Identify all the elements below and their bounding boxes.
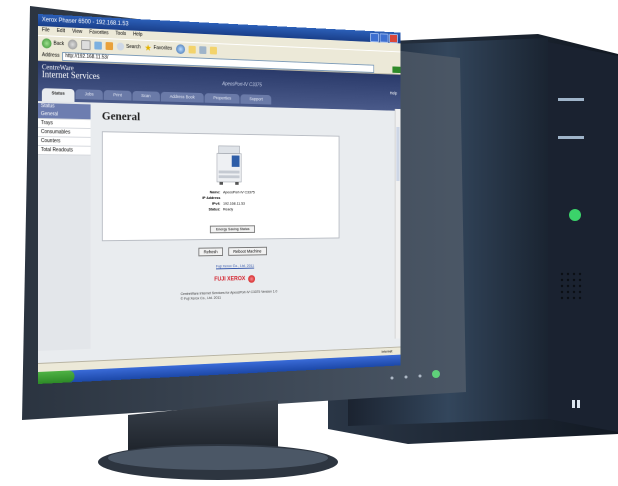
sidebar: Status General Trays Consumables Counter…	[38, 101, 91, 351]
minimize-button[interactable]	[370, 32, 379, 43]
maximize-button[interactable]	[379, 33, 389, 43]
reboot-machine-button[interactable]: Reboot Machine	[228, 246, 267, 256]
tab-scan[interactable]: Scan	[132, 90, 160, 102]
page-scrollbar[interactable]	[394, 108, 401, 339]
sidebar-item-total-readouts[interactable]: Total Readouts	[38, 146, 91, 156]
help-link[interactable]: Help	[390, 91, 397, 96]
menu-favorites[interactable]: Favorites	[89, 29, 108, 36]
media-icon[interactable]	[175, 44, 185, 55]
page-footer: CentreWare Internet Services for ApeosPo…	[181, 286, 394, 301]
tab-print[interactable]: Print	[103, 90, 132, 101]
start-button[interactable]	[38, 370, 75, 384]
menu-file[interactable]: File	[42, 27, 50, 33]
back-button[interactable]: Back	[41, 38, 65, 49]
monitor: Xerox Phaser 6500 - 192.168.1.53 File Ed…	[8, 0, 478, 486]
refresh-icon[interactable]	[94, 41, 102, 50]
home-icon[interactable]	[105, 42, 114, 51]
action-buttons: Refresh Reboot Machine	[198, 245, 394, 257]
tab-properties[interactable]: Properties	[204, 93, 240, 104]
folder-icon[interactable]	[209, 46, 217, 55]
window-title: Xerox Phaser 6500 - 192.168.1.53	[41, 17, 129, 28]
stop-icon[interactable]	[81, 39, 91, 51]
tab-support[interactable]: Support	[240, 94, 272, 105]
close-button[interactable]	[389, 33, 398, 44]
menu-help[interactable]: Help	[133, 32, 142, 38]
tab-address-book[interactable]: Address Book	[160, 91, 204, 103]
menu-view[interactable]: View	[72, 29, 82, 35]
star-icon: ★	[144, 42, 152, 53]
back-arrow-icon	[41, 38, 52, 49]
menu-tools[interactable]: Tools	[115, 31, 126, 37]
energy-saving-button[interactable]: Energy Saving Status	[209, 225, 256, 234]
forward-arrow-icon[interactable]	[67, 39, 78, 50]
monitor-screen: Xerox Phaser 6500 - 192.168.1.53 File Ed…	[38, 14, 401, 384]
printer-icon	[216, 144, 242, 185]
cw-logo: CentreWare Internet Services	[41, 63, 100, 82]
tab-status[interactable]: Status	[41, 88, 75, 102]
device-info-list: Name: ApeosPort-IV C3375 IP Address IPv4:…	[194, 189, 255, 212]
address-label: Address	[41, 52, 60, 59]
fuji-xerox-logo: FUJI XEROX	[214, 272, 394, 284]
device-name-header: ApeosPort-IV C3375	[222, 81, 262, 89]
tab-jobs[interactable]: Jobs	[75, 89, 104, 100]
main-panel: General Name: ApeosPort-IV C3375 IP Addre…	[91, 102, 401, 348]
print-icon[interactable]	[198, 46, 207, 55]
copyright-link[interactable]: Fuji Xerox Co., Ltd. 2011	[216, 260, 394, 268]
device-info-box: Name: ApeosPort-IV C3375 IP Address IPv4:…	[101, 131, 340, 242]
page-title: General	[101, 108, 141, 124]
mail-icon[interactable]	[188, 45, 196, 54]
cw-logo-bottom: Internet Services	[41, 69, 100, 82]
back-label: Back	[53, 40, 65, 48]
favorites-button[interactable]: ★ Favorites	[144, 42, 173, 53]
favorites-label: Favorites	[153, 45, 173, 52]
brand-text: FUJI XEROX	[214, 276, 246, 283]
refresh-button[interactable]: Refresh	[198, 247, 223, 257]
search-label: Search	[126, 43, 141, 51]
xerox-ball-icon	[247, 275, 255, 283]
content-area: Status General Trays Consumables Counter…	[38, 101, 400, 351]
info-row-status: Status: Ready	[208, 206, 234, 212]
search-icon	[116, 42, 125, 51]
go-button[interactable]	[392, 65, 401, 73]
menu-edit[interactable]: Edit	[57, 28, 65, 34]
search-button[interactable]: Search	[116, 42, 141, 51]
scrollbar-thumb[interactable]	[396, 126, 400, 182]
